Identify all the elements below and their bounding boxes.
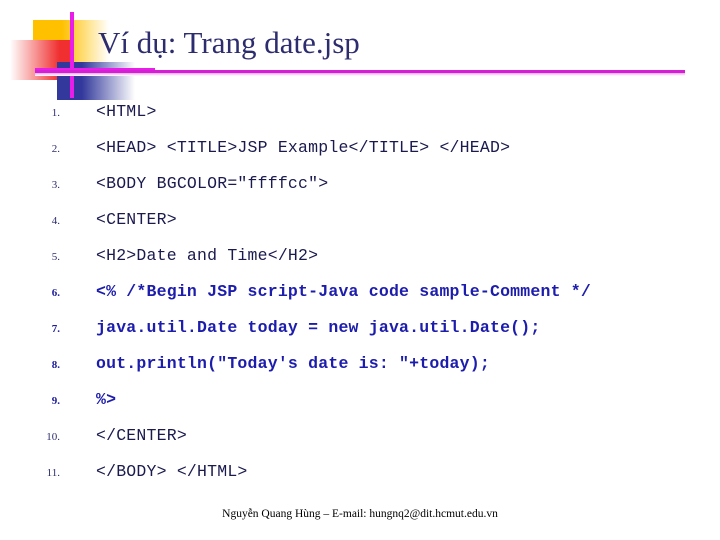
code-line-number: 2.	[51, 143, 60, 155]
code-line: 6. <% /*Begin JSP script-Java code sample…	[0, 278, 720, 314]
code-line-text: %>	[96, 390, 117, 409]
code-listing: 1. <HTML> 2. <HEAD> <TITLE>JSP Example</TIT…	[0, 98, 720, 494]
code-line: 7. java.util.Date today = new java.util.D…	[0, 314, 720, 350]
code-line-number: 7.	[51, 323, 60, 335]
code-line-number: 5.	[51, 251, 60, 263]
slide-title: Ví dụ: Trang date.jsp	[98, 25, 360, 60]
code-line: 2. <HEAD> <TITLE>JSP Example</TITLE> </HE…	[0, 134, 720, 170]
code-line-text: <HEAD> <TITLE>JSP Example</TITLE> </HEAD…	[96, 138, 511, 157]
code-line-number: 3.	[51, 179, 60, 191]
deco-vertical-line	[70, 12, 74, 98]
code-line-number: 11.	[46, 467, 60, 479]
code-line-text: <HTML>	[96, 102, 157, 121]
code-line-text: <BODY BGCOLOR="ffffcc">	[96, 174, 329, 193]
code-line-text: </CENTER>	[96, 426, 187, 445]
code-line: 5. <H2>Date and Time</H2>	[0, 242, 720, 278]
code-line: 3. <BODY BGCOLOR="ffffcc">	[0, 170, 720, 206]
code-line-text: <% /*Begin JSP script-Java code sample-C…	[96, 282, 591, 301]
code-line: 11. </BODY> </HTML>	[0, 458, 720, 494]
code-line: 10. </CENTER>	[0, 422, 720, 458]
code-line: 1. <HTML>	[0, 98, 720, 134]
code-line: 4. <CENTER>	[0, 206, 720, 242]
code-line-text: <H2>Date and Time</H2>	[96, 246, 319, 265]
code-line-text: <CENTER>	[96, 210, 177, 229]
code-line: 8. out.println("Today's date is: "+today)…	[0, 350, 720, 386]
code-line-number: 6.	[51, 287, 60, 299]
code-line-number: 4.	[51, 215, 60, 227]
code-line-number: 8.	[51, 359, 60, 371]
code-line-text: </BODY> </HTML>	[96, 462, 248, 481]
code-line-number: 9.	[51, 395, 60, 407]
code-line-number: 10.	[46, 431, 60, 443]
code-line: 9. %>	[0, 386, 720, 422]
code-line-text: java.util.Date today = new java.util.Dat…	[96, 318, 541, 337]
code-line-number: 1.	[51, 107, 60, 119]
deco-blue-square	[57, 62, 135, 100]
code-line-text: out.println("Today's date is: "+today);	[96, 354, 490, 373]
slide-footer: Nguyễn Quang Hùng – E-mail: hungnq2@dit.…	[222, 508, 498, 520]
title-rule-shadow	[35, 73, 685, 76]
